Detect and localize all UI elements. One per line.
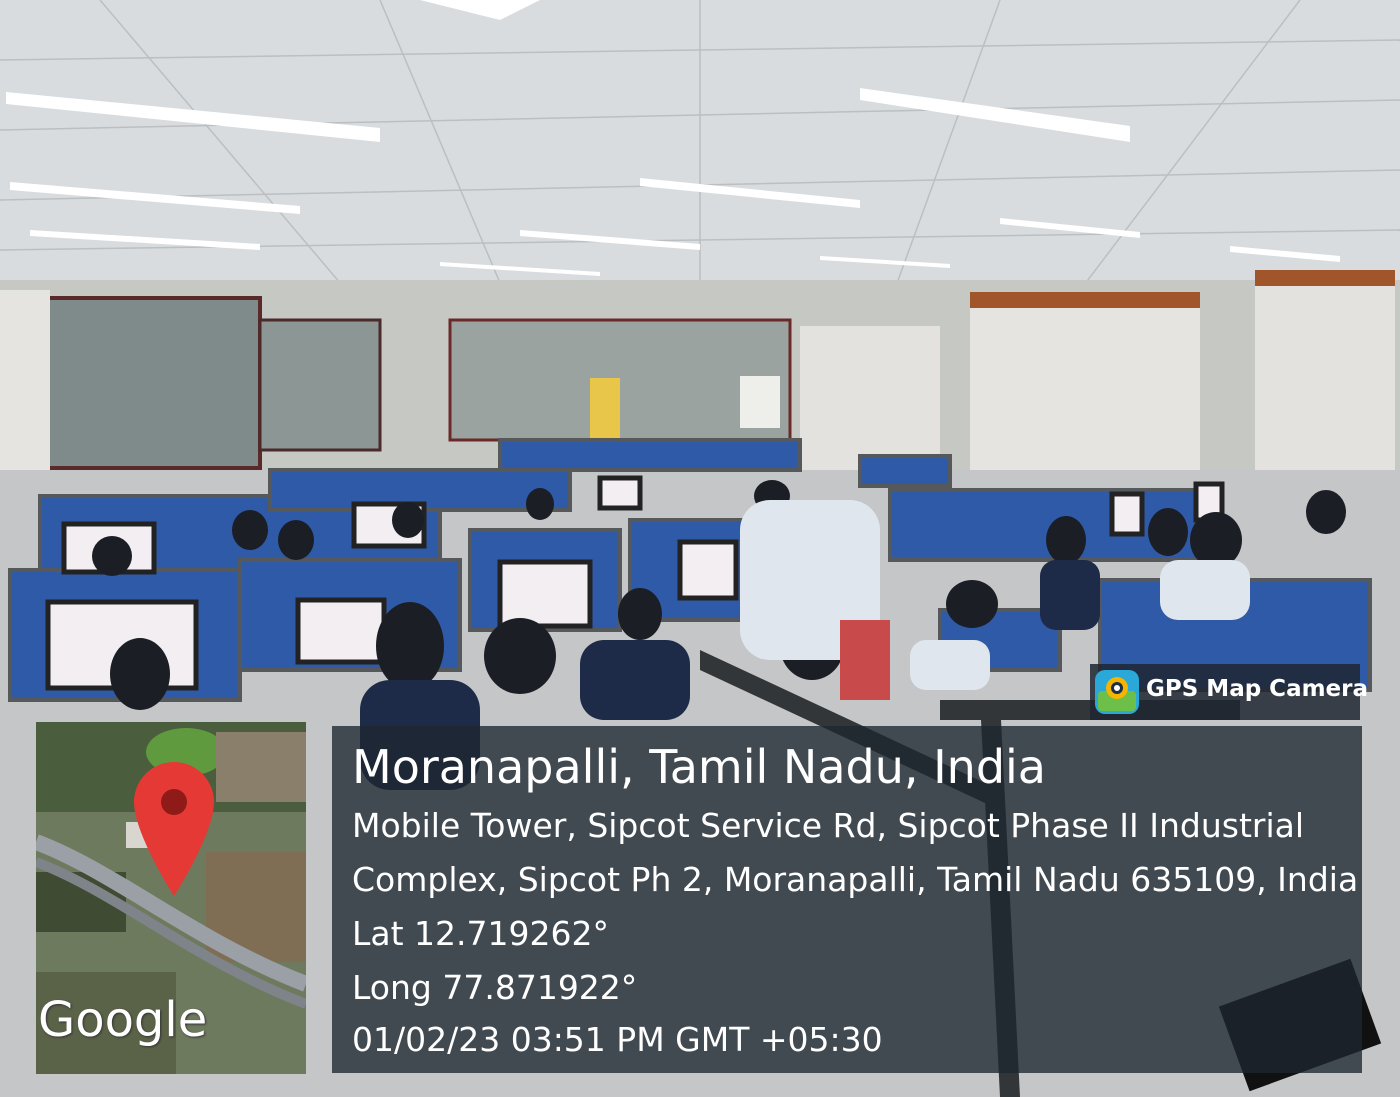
- gps-map-camera-icon: [1095, 670, 1139, 714]
- latitude-text: Lat 12.719262°: [352, 914, 609, 953]
- location-pin-icon: [134, 762, 214, 896]
- google-logo: Google: [38, 992, 208, 1048]
- photo-frame: GPS Map Camera Google Moranapalli, Tamil…: [0, 0, 1400, 1097]
- gps-info-panel: Moranapalli, Tamil Nadu, India Mobile To…: [332, 726, 1362, 1073]
- gps-map-camera-label: GPS Map Camera: [1146, 676, 1369, 702]
- address-line-1: Mobile Tower, Sipcot Service Rd, Sipcot …: [352, 806, 1305, 845]
- longitude-text: Long 77.871922°: [352, 968, 638, 1007]
- address-line-2: Complex, Sipcot Ph 2, Moranapalli, Tamil…: [352, 860, 1359, 899]
- location-title: Moranapalli, Tamil Nadu, India: [352, 740, 1046, 794]
- timestamp-text: 01/02/23 03:51 PM GMT +05:30: [352, 1020, 883, 1059]
- gps-map-camera-badge: GPS Map Camera: [1090, 664, 1368, 720]
- map-thumbnail: Google: [36, 722, 306, 1074]
